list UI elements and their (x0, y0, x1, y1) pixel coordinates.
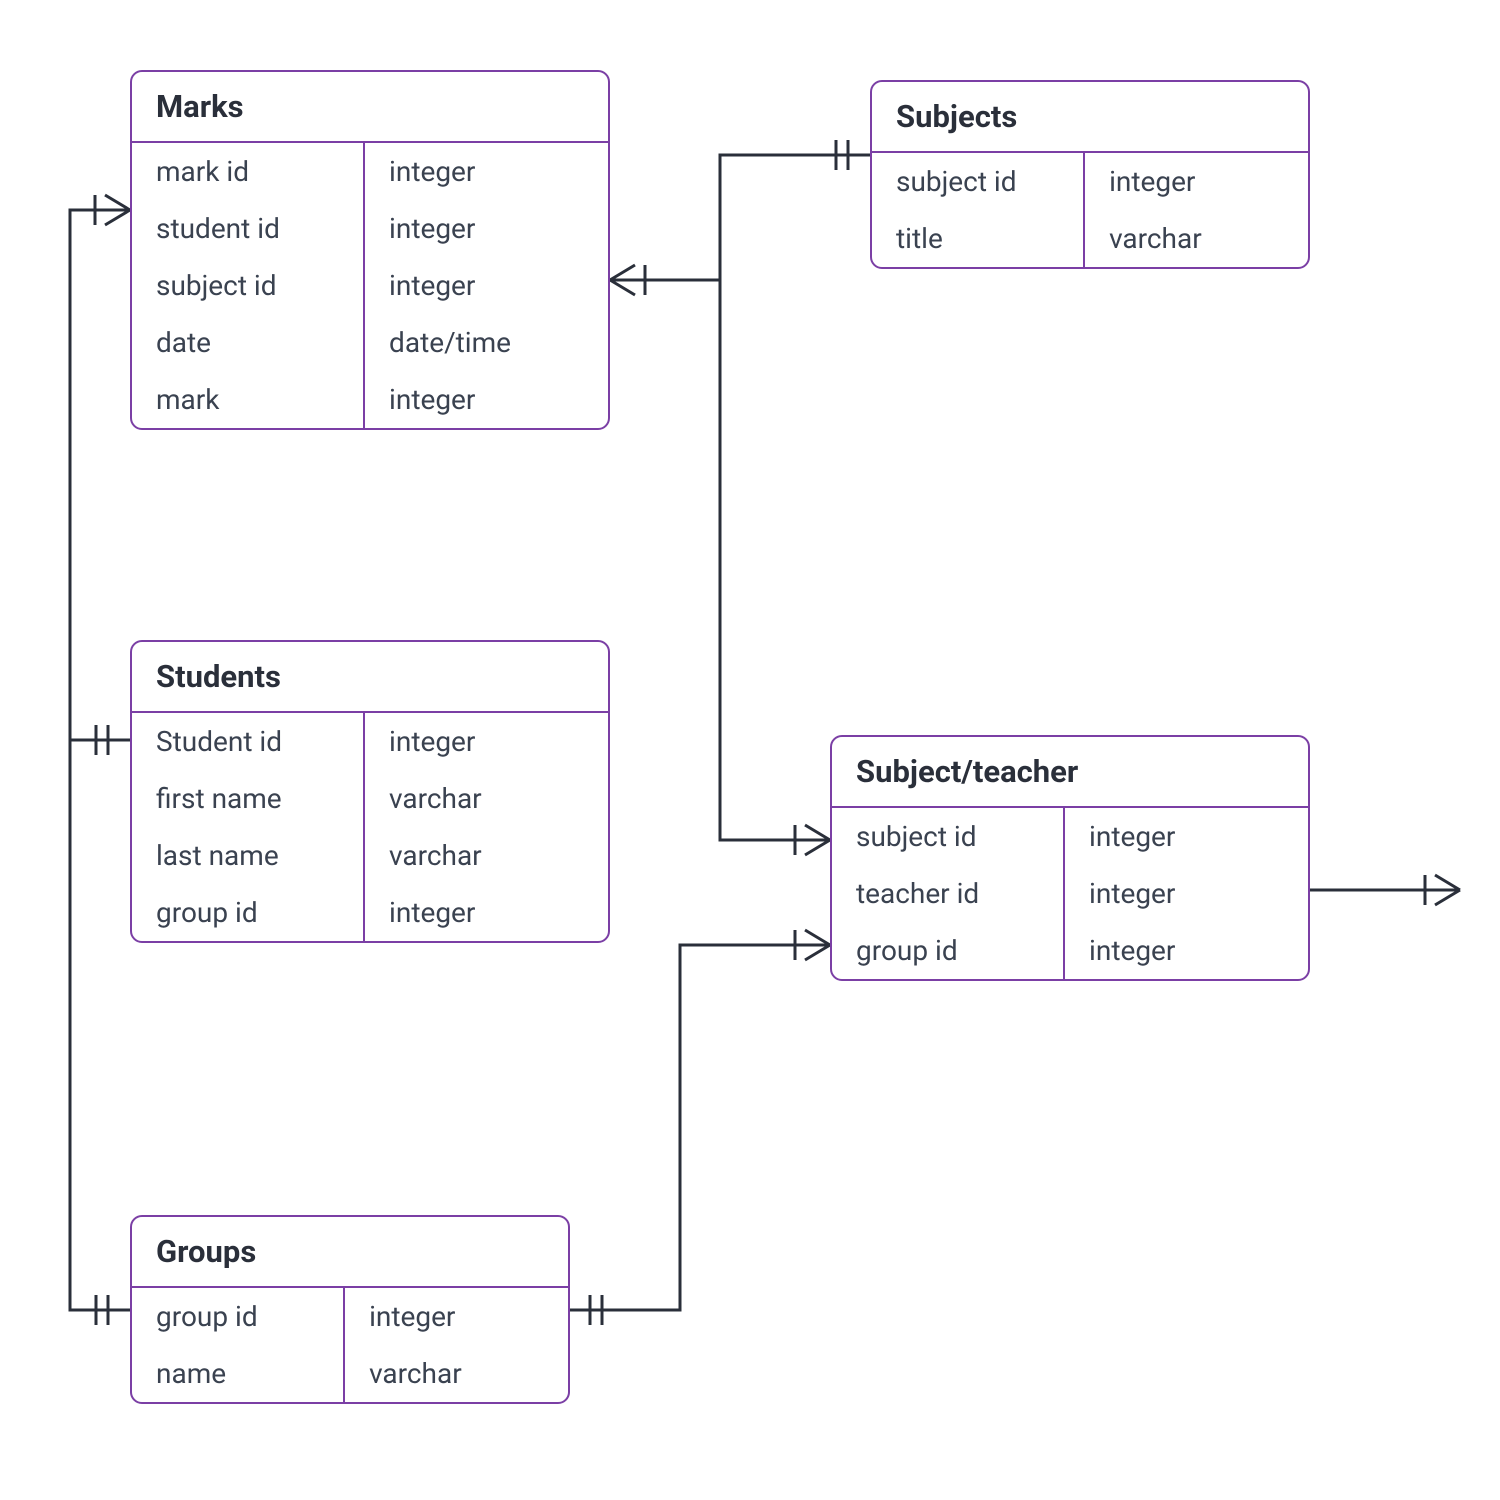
field-type: varchar (365, 827, 608, 884)
rel-marks-subjects (610, 140, 870, 295)
field-name: first name (132, 770, 363, 827)
field-type: integer (365, 713, 608, 770)
field-type: integer (365, 143, 608, 200)
entity-title: Marks (132, 72, 608, 143)
rel-subjects-subjectteacher (720, 280, 830, 855)
entity-title: Students (132, 642, 608, 713)
field-type: integer (365, 200, 608, 257)
entity-title: Groups (132, 1217, 568, 1288)
field-type: varchar (1085, 210, 1308, 267)
field-type: integer (1065, 922, 1308, 979)
field-name: name (132, 1345, 343, 1402)
field-name: mark (132, 371, 363, 428)
entity-title: Subjects (872, 82, 1308, 153)
field-name: student id (132, 200, 363, 257)
field-name: subject id (832, 808, 1063, 865)
field-type: integer (1065, 808, 1308, 865)
field-type: varchar (365, 770, 608, 827)
field-name: Student id (132, 713, 363, 770)
rel-marks-students (70, 195, 130, 755)
field-type: integer (1085, 153, 1308, 210)
field-name: group id (832, 922, 1063, 979)
entity-marks: Marks mark id student id subject id date… (130, 70, 610, 430)
entity-subject-teacher: Subject/teacher subject id teacher id gr… (830, 735, 1310, 981)
field-name: title (872, 210, 1083, 267)
field-type: integer (365, 884, 608, 941)
field-type: integer (365, 257, 608, 314)
field-name: group id (132, 1288, 343, 1345)
field-name: subject id (132, 257, 363, 314)
rel-students-groups (70, 740, 130, 1325)
field-name: teacher id (832, 865, 1063, 922)
rel-subjectteacher-teachers (1310, 875, 1460, 905)
field-type: integer (345, 1288, 568, 1345)
field-type: varchar (345, 1345, 568, 1402)
rel-groups-subjectteacher (568, 930, 830, 1325)
entity-subjects: Subjects subject id title integer varcha… (870, 80, 1310, 269)
field-type: integer (1065, 865, 1308, 922)
field-name: mark id (132, 143, 363, 200)
entity-title: Subject/teacher (832, 737, 1308, 808)
field-name: date (132, 314, 363, 371)
field-type: integer (365, 371, 608, 428)
field-name: last name (132, 827, 363, 884)
field-name: subject id (872, 153, 1083, 210)
entity-students: Students Student id first name last name… (130, 640, 610, 943)
field-type: date/time (365, 314, 608, 371)
entity-groups: Groups group id name integer varchar (130, 1215, 570, 1404)
field-name: group id (132, 884, 363, 941)
